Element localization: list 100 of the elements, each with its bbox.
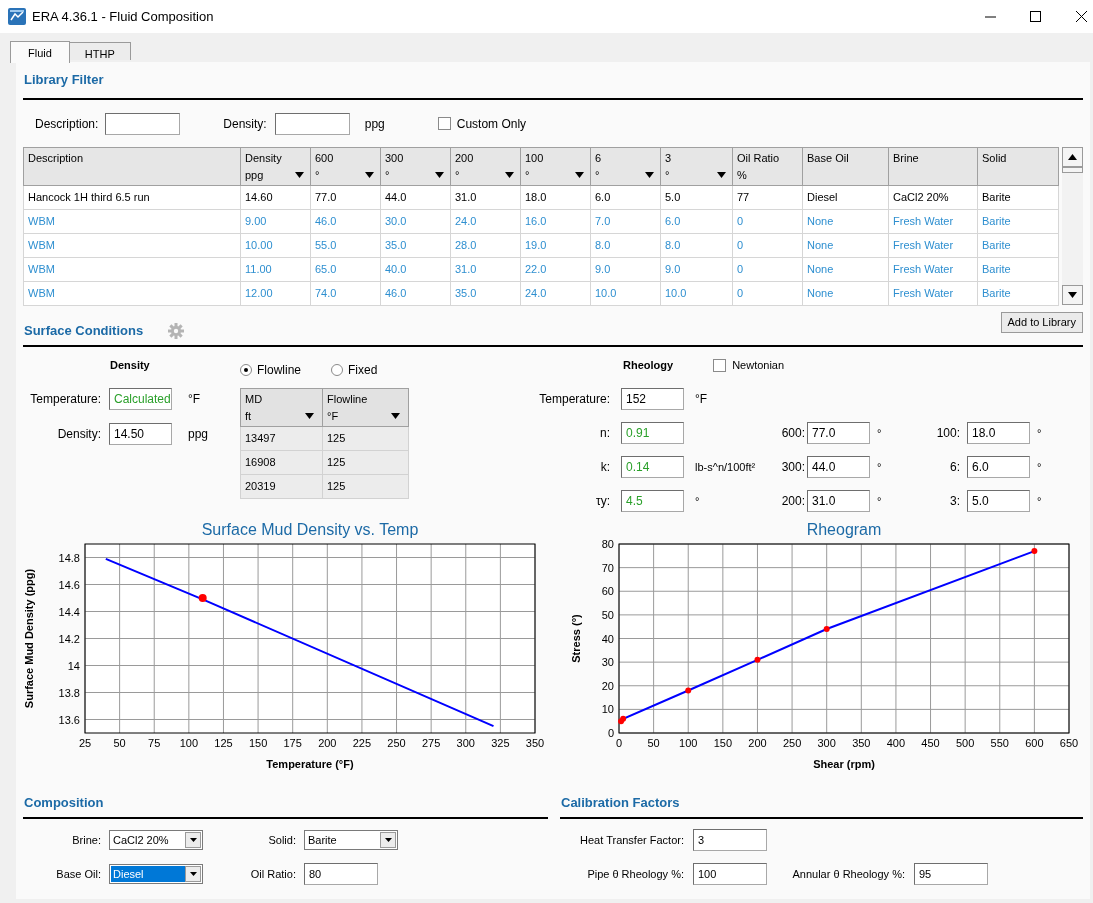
scroll-down-button[interactable] xyxy=(1062,285,1083,305)
input-field[interactable]: 4.5 xyxy=(621,490,684,512)
field-label: Density: xyxy=(56,426,101,443)
column-header[interactable]: 100 ° xyxy=(520,147,591,186)
column-header[interactable]: Solid xyxy=(977,147,1059,186)
table-cell: None xyxy=(802,233,889,258)
axis-label: Shear (rpm) xyxy=(813,758,875,770)
tick-label: 25 xyxy=(78,737,92,749)
tick-label: 350 xyxy=(852,737,871,749)
input-field[interactable]: 31.0 xyxy=(807,490,870,512)
field-label: 200: xyxy=(780,493,805,510)
column-header[interactable]: Description xyxy=(23,147,241,186)
column-title: 600 xyxy=(315,151,335,165)
radio-button[interactable] xyxy=(240,364,252,376)
unit-label: ° xyxy=(877,459,882,475)
tick-label: 50 xyxy=(113,737,126,749)
column-header[interactable]: Base Oil xyxy=(802,147,889,186)
column-header[interactable]: Oil Ratio % xyxy=(732,147,803,186)
section-heading: Composition xyxy=(24,793,104,812)
input-field[interactable]: 44.0 xyxy=(807,456,870,478)
column-header[interactable]: 3 ° xyxy=(660,147,733,186)
maximize-icon[interactable] xyxy=(1030,11,1041,22)
tick-label: 40 xyxy=(601,632,614,645)
column-header[interactable]: 300 ° xyxy=(380,147,451,186)
input-field[interactable]: Calculated xyxy=(109,388,172,410)
dropdown-button[interactable] xyxy=(185,832,201,848)
unit-label: lb-s^n/100ft² xyxy=(695,459,756,475)
tab[interactable]: HTHP xyxy=(69,42,131,60)
column-header[interactable]: Brine xyxy=(888,147,978,186)
column-unit: ° xyxy=(385,168,390,182)
field-label: n: xyxy=(599,425,610,442)
column-title: 6 xyxy=(595,151,603,165)
tick-label: 100 xyxy=(179,737,199,749)
unit-label: °F xyxy=(188,391,201,408)
dropdown-button[interactable] xyxy=(185,866,201,882)
field-label: 100: xyxy=(935,425,960,442)
input-field[interactable]: 100 xyxy=(693,863,767,885)
axis-label: Surface Mud Density (ppg) xyxy=(23,568,35,709)
input-field[interactable] xyxy=(105,112,181,135)
unit-label: ppg xyxy=(364,115,385,133)
table-cell: 125 xyxy=(322,426,409,451)
tick-label: 300 xyxy=(456,737,475,749)
field-label: Heat Transfer Factor: xyxy=(579,832,684,848)
column-unit: % xyxy=(737,168,747,182)
column-title: 3 xyxy=(665,151,673,165)
column-unit: ° xyxy=(665,168,670,182)
column-header[interactable]: 600 ° xyxy=(310,147,381,186)
add-to-library-button[interactable]: Add to Library xyxy=(1000,312,1083,333)
dropdown[interactable]: Diesel xyxy=(109,864,203,884)
table-cell: Fresh Water xyxy=(888,233,978,258)
field-label: 3: xyxy=(949,493,960,510)
checkbox[interactable] xyxy=(437,117,451,130)
input-field[interactable]: 18.0 xyxy=(967,422,1030,444)
data-point xyxy=(754,656,761,663)
column-header[interactable]: 6 ° xyxy=(590,147,661,186)
scroll-thumb[interactable] xyxy=(1062,167,1083,173)
radio-button[interactable] xyxy=(331,364,343,376)
table-cell: WBM xyxy=(23,281,241,306)
input-field[interactable]: 5.0 xyxy=(967,490,1030,512)
tick-label: 70 xyxy=(601,561,614,574)
column-header[interactable]: 200 ° xyxy=(450,147,521,186)
column-header[interactable]: MD ft xyxy=(240,388,323,427)
tick-label: 14.6 xyxy=(58,578,80,591)
column-header[interactable]: Density ppg xyxy=(240,147,311,186)
input-field[interactable]: 77.0 xyxy=(807,422,870,444)
scrollbar[interactable] xyxy=(1062,147,1083,305)
table-cell: None xyxy=(802,209,889,234)
dropdown-button[interactable] xyxy=(380,832,396,848)
dropdown[interactable]: CaCl2 20% xyxy=(109,830,203,850)
input-field[interactable]: 3 xyxy=(693,829,767,851)
field-label: Solid: xyxy=(267,832,296,848)
dropdown[interactable]: Barite xyxy=(304,830,398,850)
caret-icon xyxy=(305,413,314,419)
tick-label: 75 xyxy=(148,737,161,749)
tick-label: 14 xyxy=(67,659,80,672)
tick-label: 225 xyxy=(352,737,372,749)
input-field[interactable]: 80 xyxy=(304,863,378,885)
scroll-up-button[interactable] xyxy=(1062,147,1083,167)
tick-label: 300 xyxy=(817,737,836,749)
field-label: Brine: xyxy=(71,832,101,848)
input-field[interactable]: 95 xyxy=(914,863,988,885)
input-field[interactable] xyxy=(274,112,350,135)
input-field[interactable]: 14.50 xyxy=(109,423,172,445)
tick-label: 14.8 xyxy=(58,551,80,564)
input-field[interactable]: 152 xyxy=(621,388,684,410)
column-title: 100 xyxy=(525,151,545,165)
tab[interactable]: Fluid xyxy=(10,41,70,63)
input-field[interactable]: 0.91 xyxy=(621,422,684,444)
input-field[interactable]: 6.0 xyxy=(967,456,1030,478)
unit-label: ° xyxy=(1037,425,1042,441)
column-title: 300 xyxy=(385,151,405,165)
checkbox[interactable] xyxy=(713,358,727,372)
tick-label: 60 xyxy=(601,585,614,598)
field-label: Temperature: xyxy=(538,391,610,408)
dropdown-value: Diesel xyxy=(111,866,185,882)
tick-label: 275 xyxy=(421,737,441,749)
tick-label: 600 xyxy=(1025,737,1044,749)
column-header[interactable]: Flowline °F xyxy=(322,388,409,427)
table-cell: 125 xyxy=(322,450,409,475)
close-icon[interactable] xyxy=(1076,11,1087,22)
